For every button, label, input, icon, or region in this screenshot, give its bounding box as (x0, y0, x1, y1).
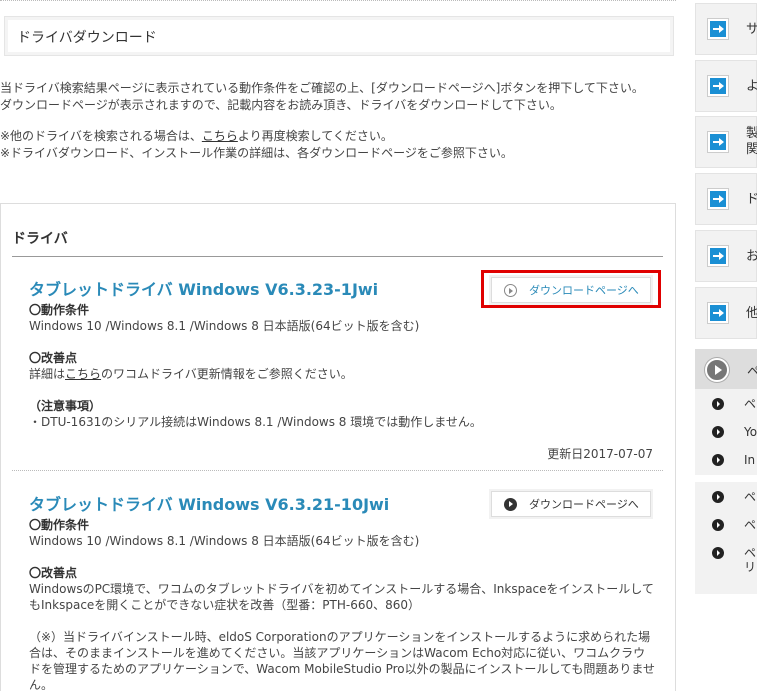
sidebar-item-4[interactable]: ド (695, 173, 757, 225)
section-head-label: ペ (747, 365, 757, 380)
label-line-1: 製 (746, 126, 757, 141)
driver-item-2: タブレットドライバ Windows V6.3.21-10Jwi 〇動作条件 Wi… (29, 491, 659, 691)
sub-item-label: ペ (744, 518, 757, 532)
play-dot-icon (712, 426, 724, 438)
right-sidebar: サ よ 製関 ド お 他 ペ ペ Yo In ペ ペ ペリ (695, 0, 757, 691)
arrow-right-icon (708, 246, 728, 266)
play-dot-icon (712, 491, 724, 503)
sidebar-section-head[interactable]: ペ (695, 349, 757, 389)
arrow-right-icon (708, 76, 728, 96)
label-line-2: 関 (746, 142, 757, 157)
panel-divider (12, 256, 663, 257)
sidebar-item-label: 他 (746, 306, 757, 321)
play-dot-icon (712, 519, 724, 531)
label-line-2: リ (744, 560, 757, 574)
updated-date: 更新日2017-07-07 (547, 447, 653, 461)
arrow-right-icon (708, 303, 728, 323)
intro-text: 当ドライバ検索結果ページに表示されている動作条件をご確認の上、[ダウンロードペー… (0, 80, 676, 114)
item-divider (12, 470, 663, 471)
sub-item-label: ペリ (744, 546, 756, 574)
play-dot-icon (712, 547, 724, 559)
page-title: ドライバダウンロード (4, 16, 674, 56)
update-info-link[interactable]: こちら (65, 367, 101, 381)
search-again-link[interactable]: こちら (202, 129, 238, 143)
play-circle-icon (705, 358, 729, 382)
caution-text: ・DTU-1631のシリアル接続はWindows 8.1 /Windows 8 … (29, 415, 482, 429)
sidebar-item-label: 製関 (746, 126, 757, 158)
note-line-1: ※他のドライバを検索される場合は、こちらより再度検索してください。 (0, 128, 676, 145)
sidebar-sub-group-1: ペ Yo In (695, 389, 757, 475)
arrow-right-icon (708, 19, 728, 39)
panel-heading: ドライバ (12, 231, 68, 247)
improvements-heading: 〇改善点 (29, 566, 78, 580)
improvements-heading: 〇改善点 (29, 351, 78, 365)
sidebar-item-label: ド (746, 192, 757, 207)
caution-heading: （注意事項） (29, 399, 102, 413)
sidebar-item-2[interactable]: よ (695, 60, 757, 112)
imp-prefix: 詳細は (29, 367, 66, 381)
arrow-right-icon (708, 132, 728, 152)
note-line-3: ドを管理するためのアプリケーションで、Wacom MobileStudio Pr… (29, 662, 656, 676)
intro-line-1: 当ドライバ検索結果ページに表示されている動作条件をご確認の上、[ダウンロードペー… (0, 81, 644, 95)
download-button-label: ダウンロードページへ (529, 498, 639, 511)
sidebar-item-label: サ (746, 22, 757, 37)
improvements-line-1: WindowsのPC環境で、ワコムのタブレットドライバを初めてインストールする場… (29, 582, 654, 596)
requirements-text: Windows 10 /Windows 8.1 /Windows 8 日本語版(… (29, 319, 420, 333)
requirements-heading: 〇動作条件 (29, 518, 90, 532)
note-line-2: 合は、そのままインストールを進めてください。当該アプリケーションはWacom E… (29, 646, 646, 660)
play-dot-icon (712, 398, 724, 410)
note-line-1: （※）当ドライバインストール時、eldoS Corporationのアプリケーシ… (29, 630, 651, 644)
sub-item-label: Yo (744, 425, 757, 439)
sidebar-item-5[interactable]: お (695, 230, 757, 282)
sidebar-item-1[interactable]: サ (695, 3, 757, 55)
note-prefix: ※他のドライバを検索される場合は、 (0, 129, 202, 143)
sub-item-label: ペ (744, 397, 757, 411)
sidebar-item-3[interactable]: 製関 (695, 116, 757, 168)
improvements-line-2: もInkspaceを開くことができない症状を改善（型番：PTH-660、860） (29, 598, 421, 612)
top-divider (0, 0, 676, 4)
imp-suffix: のワコムドライバ更新情報をご参照ください。 (101, 367, 353, 381)
page-title-text: ドライバダウンロード (17, 30, 157, 46)
requirements-text: Windows 10 /Windows 8.1 /Windows 8 日本語版(… (29, 534, 420, 548)
improvements-text: 詳細はこちらのワコムドライバ更新情報をご参照ください。 (29, 366, 659, 382)
label-line-1: ペ (744, 546, 757, 560)
intro-line-2: ダウンロードページが表示されますので、記載内容をお読み頂き、ドライバをダウンロー… (0, 98, 562, 112)
sidebar-item-label: お (746, 249, 757, 264)
play-dot-icon (712, 454, 724, 466)
sidebar-sub-group-2: ペ ペ ペリ (695, 482, 757, 594)
note-suffix: より再度検索してください。 (237, 129, 393, 143)
download-page-button-2[interactable]: ダウンロードページへ (491, 491, 651, 517)
highlight-box (481, 270, 661, 308)
notes-text: ※他のドライバを検索される場合は、こちらより再度検索してください。 ※ドライバダ… (0, 128, 676, 162)
sub-item-label: ペ (744, 490, 757, 504)
sub-item-label: In (744, 453, 756, 467)
sidebar-item-6[interactable]: 他 (695, 287, 757, 339)
note-line-2: ※ドライバダウンロード、インストール作業の詳細は、各ダウンロードページをご参照下… (0, 146, 513, 160)
note-line-4: ん。 (29, 678, 54, 691)
play-circle-icon (504, 497, 517, 511)
arrow-right-icon (708, 189, 728, 209)
sidebar-item-label: よ (746, 79, 757, 94)
